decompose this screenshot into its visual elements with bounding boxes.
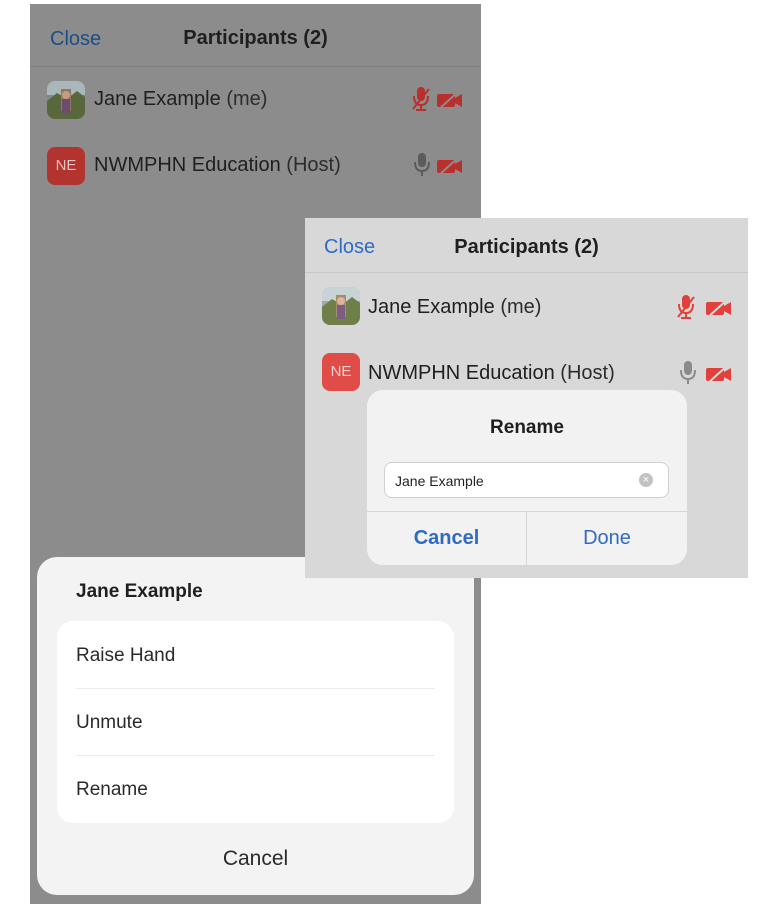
action-sheet-options: Raise Hand Unmute Rename	[57, 621, 454, 823]
video-off-icon	[436, 89, 464, 116]
participant-name: Jane Example (me)	[94, 88, 267, 111]
raise-hand-option[interactable]: Raise Hand	[76, 645, 175, 667]
divider	[367, 511, 687, 512]
unmute-option[interactable]: Unmute	[76, 712, 143, 734]
rename-input[interactable]: Jane Example ×	[384, 462, 669, 498]
mic-on-icon	[412, 151, 432, 184]
participant-role: (me)	[226, 88, 268, 110]
dialog-title: Rename	[490, 417, 564, 438]
participant-row[interactable]: Jane Example (me)	[30, 67, 481, 133]
rename-option[interactable]: Rename	[76, 779, 148, 801]
page-title: Participants (2)	[454, 236, 599, 258]
participant-role: (Host)	[286, 154, 341, 176]
avatar	[47, 81, 85, 119]
avatar: NE	[322, 353, 360, 391]
rename-dialog: Rename Jane Example × Cancel Done	[367, 390, 687, 565]
action-sheet-title: Jane Example	[76, 581, 203, 602]
participant-row[interactable]: NE NWMPHN Education (Host)	[30, 133, 481, 199]
video-off-icon	[705, 297, 733, 324]
participant-name: NWMPHN Education (Host)	[368, 362, 615, 385]
participants-screen-front: Close Participants (2) Jane Example (me)	[305, 218, 748, 578]
participant-name-text: Jane Example	[94, 88, 221, 110]
mic-on-icon	[678, 359, 698, 392]
participants-header: Close Participants (2)	[305, 218, 748, 273]
participants-header: Close Participants (2)	[30, 4, 481, 67]
participant-name-text: NWMPHN Education	[368, 362, 555, 384]
divider	[76, 755, 435, 756]
dialog-cancel-button[interactable]: Cancel	[367, 527, 526, 550]
video-off-icon	[705, 363, 733, 390]
rename-input-value: Jane Example	[395, 473, 484, 489]
participant-name: Jane Example (me)	[368, 296, 541, 319]
mic-muted-icon	[410, 85, 432, 118]
action-sheet-cancel-button[interactable]: Cancel	[37, 847, 474, 871]
divider	[76, 688, 435, 689]
participant-name-text: NWMPHN Education	[94, 154, 281, 176]
participant-role: (me)	[500, 296, 542, 318]
clear-icon[interactable]: ×	[639, 473, 653, 487]
participant-action-sheet: Jane Example Raise Hand Unmute Rename Ca…	[37, 557, 474, 895]
participant-row[interactable]: Jane Example (me)	[305, 273, 748, 339]
video-off-icon	[436, 155, 464, 182]
dialog-done-button[interactable]: Done	[527, 527, 687, 550]
participant-name-text: Jane Example	[368, 296, 495, 318]
mic-muted-icon	[675, 293, 697, 326]
participant-name: NWMPHN Education (Host)	[94, 154, 341, 177]
page-title: Participants (2)	[183, 27, 328, 49]
avatar: NE	[47, 147, 85, 185]
avatar	[322, 287, 360, 325]
participant-role: (Host)	[560, 362, 615, 384]
